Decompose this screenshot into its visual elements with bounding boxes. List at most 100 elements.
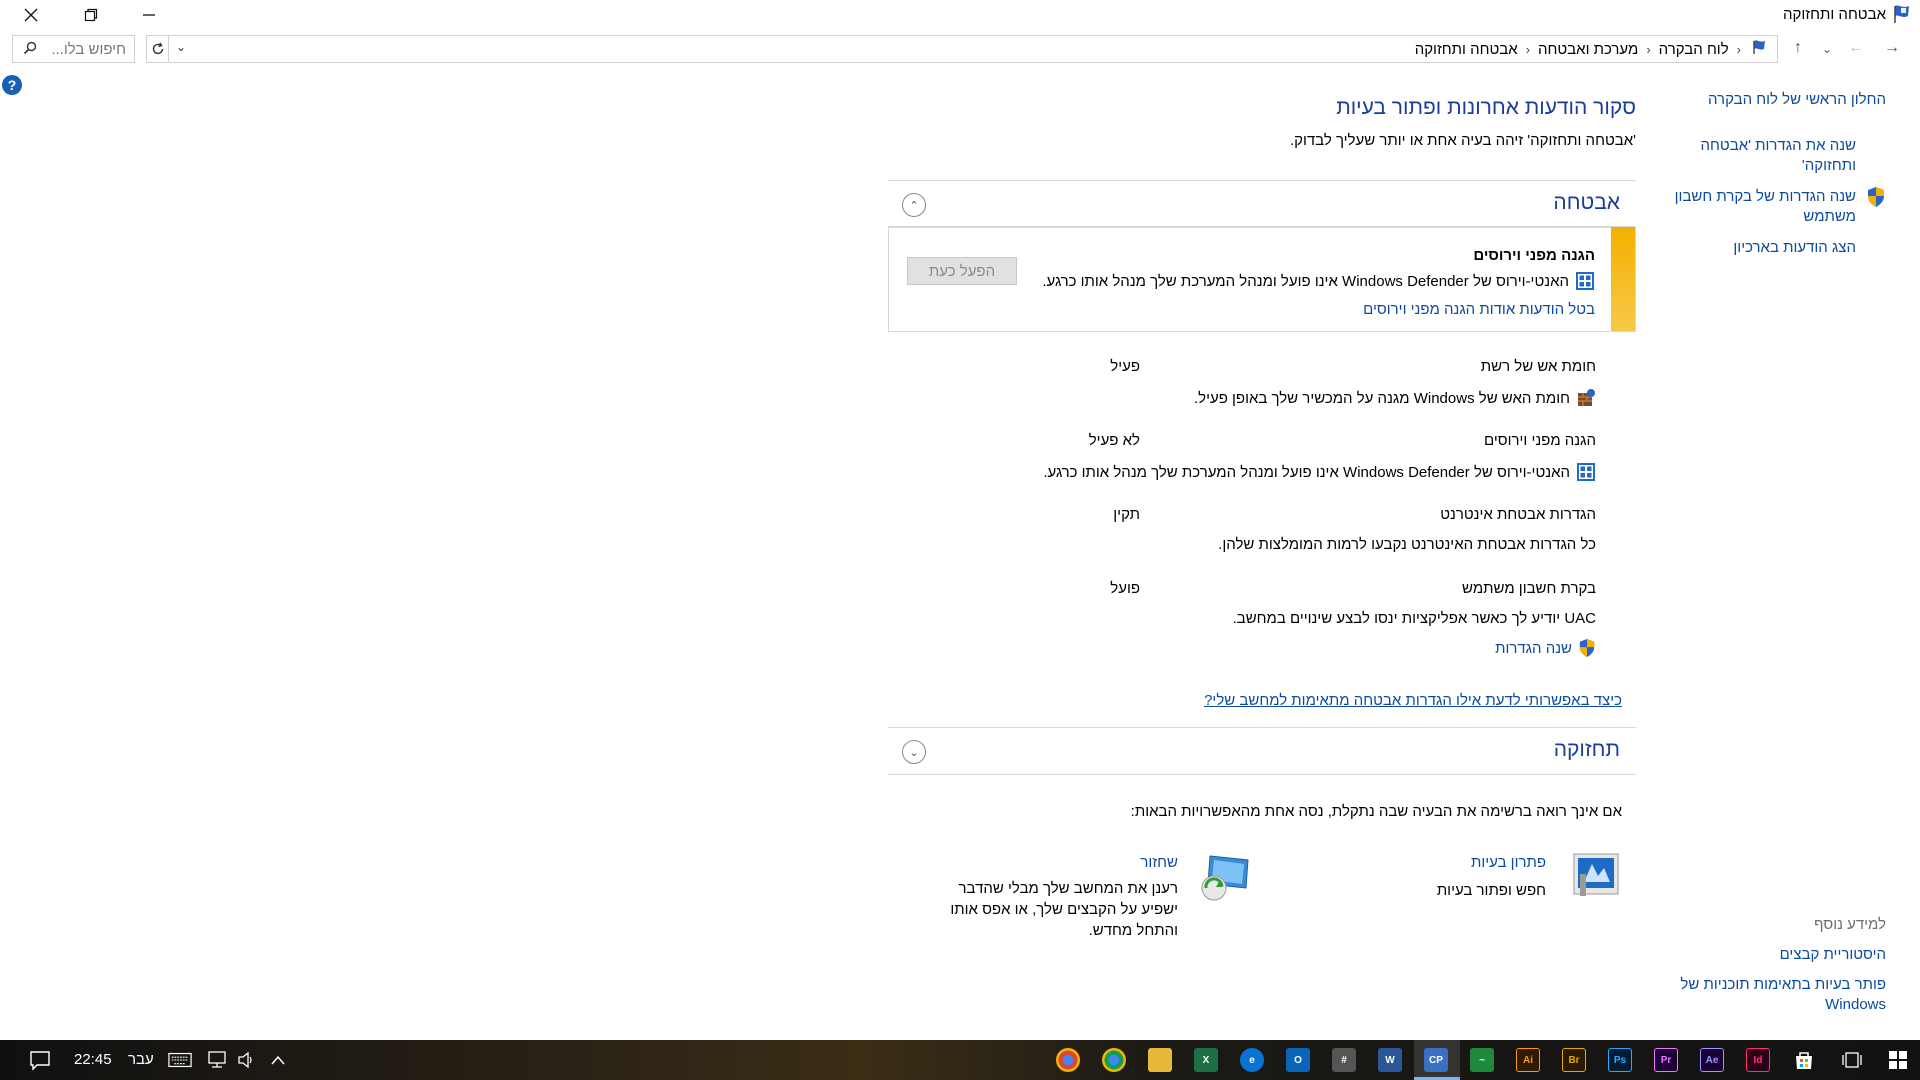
alert-text-row: האנטי-וירוס של Windows Defender אינו פוע…	[1042, 271, 1595, 291]
collapse-chevron-up-icon[interactable]: ⌃	[902, 193, 926, 217]
sidebar-item-uac-settings[interactable]: שנה הגדרות של בקרת חשבון משתמש	[1656, 187, 1856, 227]
up-arrow-icon[interactable]: ↑	[1794, 39, 1802, 57]
resource-monitor-icon[interactable]: ~	[1470, 1048, 1494, 1072]
status-name: חומת אש של רשת	[1480, 358, 1596, 375]
chrome-alt-icon[interactable]	[1102, 1048, 1126, 1072]
uac-shield-icon	[1579, 639, 1595, 657]
recovery-tool[interactable]: שחזור רענן את המחשב שלך מבלי שהדבר ישפיע…	[926, 852, 1256, 942]
status-name: הגנה מפני וירוסים	[1483, 432, 1596, 449]
security-section-header[interactable]: אבטחה ⌃	[888, 180, 1636, 228]
chevron-left-icon[interactable]: ‹	[1522, 42, 1534, 57]
minimize-button[interactable]	[126, 0, 172, 30]
main-content: סקור הודעות אחרונות ופתור בעיות 'אבטחה ו…	[888, 96, 1636, 939]
start-windows-icon[interactable]	[1886, 1048, 1910, 1072]
edge-icon[interactable]: e	[1240, 1048, 1264, 1072]
after-effects-icon[interactable]: Ae	[1700, 1048, 1724, 1072]
network-icon[interactable]	[206, 1048, 230, 1072]
refresh-button[interactable]	[146, 35, 168, 63]
security-help-link[interactable]: כיצד באפשרותי לדעת אילו הגדרות אבטחה מתא…	[1204, 692, 1622, 709]
warning-bar	[1611, 227, 1635, 331]
status-desc-row: האנטי-וירוס של Windows Defender אינו פוע…	[1043, 462, 1596, 482]
file-explorer-icon[interactable]	[1148, 1048, 1172, 1072]
firewall-icon	[1578, 389, 1595, 406]
back-arrow-icon[interactable]: →	[1884, 39, 1900, 57]
status-desc: UAC יודיע לך כאשר אפליקציות ינסו לבצע שי…	[1232, 610, 1596, 627]
illustrator-icon[interactable]: Ai	[1516, 1048, 1540, 1072]
tool-desc: רענן את המחשב שלך מבלי שהדבר ישפיע על הק…	[950, 880, 1178, 939]
status-desc-row: חומת האש של Windows מגנה על המכשיר שלך ב…	[1194, 388, 1596, 408]
word-icon[interactable]: W	[1378, 1048, 1402, 1072]
status-desc: חומת האש של Windows מגנה על המכשיר שלך ב…	[1193, 389, 1570, 407]
sidebar-item-archived-messages[interactable]: הצג הודעות בארכיון	[1666, 238, 1856, 258]
forward-arrow-icon[interactable]: ←	[1848, 39, 1864, 57]
excel-icon[interactable]: X	[1194, 1048, 1218, 1072]
troubleshooting-tool[interactable]: פתרון בעיות חפש ופתור בעיות	[1276, 852, 1636, 912]
sidebar-item-label: הצג הודעות בארכיון	[1733, 239, 1856, 256]
photoshop-icon[interactable]: Ps	[1608, 1048, 1632, 1072]
uac-shield-icon	[1868, 187, 1884, 207]
search-icon	[23, 41, 37, 55]
indesign-icon[interactable]: Id	[1746, 1048, 1770, 1072]
restore-icon	[84, 8, 98, 22]
see-also-file-history[interactable]: היסטוריית קבצים	[1666, 945, 1886, 965]
chrome-icon[interactable]	[1056, 1048, 1080, 1072]
volume-icon[interactable]	[234, 1048, 258, 1072]
breadcrumb-security-maintenance[interactable]: אבטחה ותחזוקה	[1411, 41, 1522, 58]
window-title: אבטחה ותחזוקה	[1783, 6, 1886, 23]
refresh-icon	[152, 42, 163, 55]
sidebar-item-control-panel-home[interactable]: החלון הראשי של לוח הבקרה	[1666, 90, 1886, 110]
minimize-icon	[143, 14, 155, 16]
help-icon[interactable]: ?	[2, 75, 22, 95]
turn-on-now-button[interactable]: הפעל כעת	[907, 257, 1017, 285]
status-name: הגדרות אבטחת אינטרנט	[1440, 506, 1596, 523]
control-panel-icon[interactable]: CP	[1424, 1048, 1448, 1072]
page-title: סקור הודעות אחרונות ופתור בעיות	[1336, 96, 1636, 119]
see-also-header: למידע נוסף	[1814, 916, 1886, 933]
troubleshooting-icon	[1573, 853, 1619, 896]
status-desc-row: UAC יודיע לך כאשר אפליקציות ינסו לבצע שי…	[1233, 610, 1596, 627]
recent-locations-chevron-icon[interactable]: ⌄	[1822, 42, 1832, 56]
defender-icon	[1577, 463, 1595, 481]
address-row: חיפוש בלו... ‹ לוח הבקרה ‹ מערכת ואבטחה …	[0, 35, 1920, 65]
clock[interactable]: 22:45	[74, 1051, 112, 1068]
status-desc: האנטי-וירוס של Windows Defender אינו פוע…	[1043, 463, 1570, 481]
sidebar-item-label: שנה את הגדרות 'אבטחה ותחזוקה'	[1700, 137, 1856, 174]
status-value: לא פעיל	[1088, 432, 1140, 449]
expand-chevron-down-icon[interactable]: ⌄	[902, 740, 926, 764]
sidebar-item-change-settings[interactable]: שנה את הגדרות 'אבטחה ותחזוקה'	[1666, 136, 1856, 176]
chevron-left-icon[interactable]: ‹	[1642, 42, 1654, 57]
action-center-icon[interactable]	[28, 1048, 52, 1072]
breadcrumb-control-panel[interactable]: לוח הבקרה	[1655, 41, 1733, 58]
chevron-left-icon[interactable]: ‹	[1733, 42, 1745, 57]
premiere-icon[interactable]: Pr	[1654, 1048, 1678, 1072]
maintenance-section-title: תחזוקה	[1553, 738, 1620, 761]
bridge-icon[interactable]: Br	[1562, 1048, 1586, 1072]
close-button[interactable]	[8, 0, 54, 30]
virus-protection-alert: הגנה מפני וירוסים האנטי-וירוס של Windows…	[888, 226, 1636, 332]
defender-icon	[1576, 272, 1594, 290]
keyboard-icon[interactable]	[168, 1048, 192, 1072]
language-indicator[interactable]: עבר	[128, 1051, 154, 1068]
store-icon[interactable]	[1792, 1048, 1816, 1072]
change-uac-settings-link[interactable]: שנה הגדרות	[1495, 638, 1596, 658]
chevron-up-icon[interactable]	[266, 1048, 290, 1072]
see-also-compatibility-troubleshooter[interactable]: פותר בעיות בתאימות תוכניות של Windows	[1666, 975, 1886, 1015]
maintenance-section-header[interactable]: תחזוקה ⌄	[888, 727, 1636, 775]
alert-title: הגנה מפני וירוסים	[1473, 247, 1595, 264]
breadcrumb-system-security[interactable]: מערכת ואבטחה	[1534, 41, 1642, 58]
address-bar[interactable]: ‹ לוח הבקרה ‹ מערכת ואבטחה ‹ אבטחה ותחזו…	[168, 35, 1778, 63]
outlook-icon[interactable]: O	[1286, 1048, 1310, 1072]
security-section-title: אבטחה	[1553, 191, 1620, 214]
address-dropdown-chevron-icon[interactable]: ⌄	[176, 40, 186, 54]
change-settings-label: שנה הגדרות	[1495, 639, 1572, 657]
restore-button[interactable]	[68, 0, 114, 30]
calculator-icon[interactable]: #	[1332, 1048, 1356, 1072]
tool-title: שחזור	[1140, 854, 1178, 871]
dismiss-virus-messages-link[interactable]: בטל הודעות אודות הגנה מפני וירוסים	[1363, 301, 1595, 318]
status-desc-row: כל הגדרות אבטחת האינטרנט נקבעו לרמות המו…	[1218, 536, 1596, 553]
alert-text: האנטי-וירוס של Windows Defender אינו פוע…	[1042, 272, 1569, 290]
search-placeholder: חיפוש בלו...	[51, 40, 126, 58]
search-input[interactable]: חיפוש בלו...	[12, 35, 135, 63]
taskbar: 22:45 עבר X e O # W CP ~ Ai Br Ps Pr Ae …	[0, 1040, 1920, 1080]
task-view-icon[interactable]	[1840, 1048, 1864, 1072]
